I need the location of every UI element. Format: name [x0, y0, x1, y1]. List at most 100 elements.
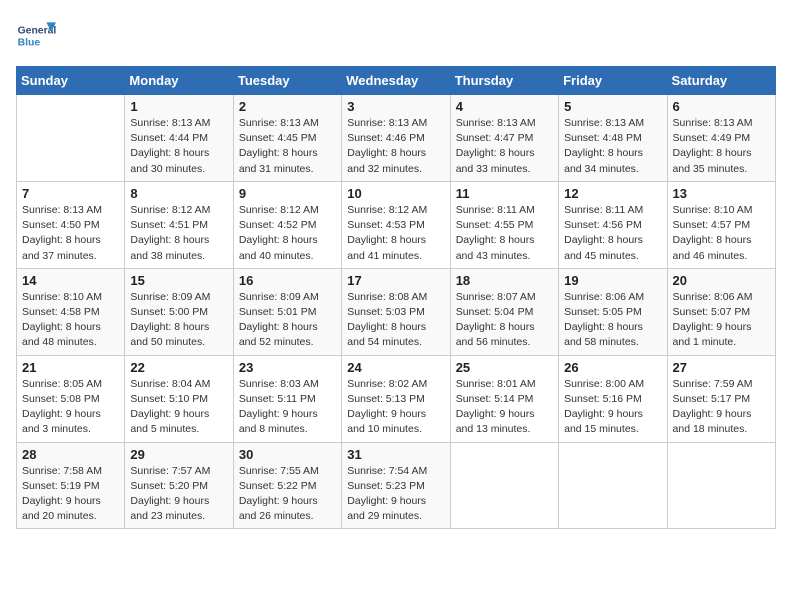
day-number: 8	[130, 186, 227, 201]
day-number: 5	[564, 99, 661, 114]
day-number: 3	[347, 99, 444, 114]
day-cell	[17, 95, 125, 182]
day-number: 10	[347, 186, 444, 201]
day-info: Sunrise: 8:10 AM Sunset: 4:57 PM Dayligh…	[673, 203, 770, 264]
day-cell: 3 Sunrise: 8:13 AM Sunset: 4:46 PM Daylig…	[342, 95, 450, 182]
day-info: Sunrise: 8:13 AM Sunset: 4:46 PM Dayligh…	[347, 116, 444, 177]
day-cell: 4 Sunrise: 8:13 AM Sunset: 4:47 PM Daylig…	[450, 95, 558, 182]
week-row-4: 21 Sunrise: 8:05 AM Sunset: 5:08 PM Dayli…	[17, 355, 776, 442]
day-number: 26	[564, 360, 661, 375]
day-info: Sunrise: 8:12 AM Sunset: 4:53 PM Dayligh…	[347, 203, 444, 264]
day-info: Sunrise: 8:13 AM Sunset: 4:47 PM Dayligh…	[456, 116, 553, 177]
day-info: Sunrise: 8:13 AM Sunset: 4:48 PM Dayligh…	[564, 116, 661, 177]
day-info: Sunrise: 8:13 AM Sunset: 4:44 PM Dayligh…	[130, 116, 227, 177]
day-number: 23	[239, 360, 336, 375]
day-cell: 27 Sunrise: 7:59 AM Sunset: 5:17 PM Dayli…	[667, 355, 775, 442]
day-info: Sunrise: 8:00 AM Sunset: 5:16 PM Dayligh…	[564, 377, 661, 438]
day-info: Sunrise: 8:13 AM Sunset: 4:49 PM Dayligh…	[673, 116, 770, 177]
calendar-header-row: SundayMondayTuesdayWednesdayThursdayFrid…	[17, 67, 776, 95]
week-row-2: 7Sunrise: 8:13 AM Sunset: 4:50 PM Daylig…	[17, 181, 776, 268]
day-cell: 17Sunrise: 8:08 AM Sunset: 5:03 PM Dayli…	[342, 268, 450, 355]
day-number: 31	[347, 447, 444, 462]
logo: General Blue	[16, 16, 60, 56]
day-cell: 14 Sunrise: 8:10 AM Sunset: 4:58 PM Dayli…	[17, 268, 125, 355]
day-number: 11	[456, 186, 553, 201]
day-number: 15	[130, 273, 227, 288]
day-cell	[667, 442, 775, 529]
day-cell: 5 Sunrise: 8:13 AM Sunset: 4:48 PM Daylig…	[559, 95, 667, 182]
week-row-5: 28 Sunrise: 7:58 AM Sunset: 5:19 PM Dayli…	[17, 442, 776, 529]
day-number: 14	[22, 273, 119, 288]
day-cell: 7Sunrise: 8:13 AM Sunset: 4:50 PM Daylig…	[17, 181, 125, 268]
day-info: Sunrise: 8:12 AM Sunset: 4:52 PM Dayligh…	[239, 203, 336, 264]
day-info: Sunrise: 8:10 AM Sunset: 4:58 PM Dayligh…	[22, 290, 119, 351]
day-cell: 18 Sunrise: 8:07 AM Sunset: 5:04 PM Dayli…	[450, 268, 558, 355]
day-cell: 12 Sunrise: 8:11 AM Sunset: 4:56 PM Dayli…	[559, 181, 667, 268]
day-cell: 6 Sunrise: 8:13 AM Sunset: 4:49 PM Daylig…	[667, 95, 775, 182]
day-info: Sunrise: 8:03 AM Sunset: 5:11 PM Dayligh…	[239, 377, 336, 438]
day-cell: 8 Sunrise: 8:12 AM Sunset: 4:51 PM Daylig…	[125, 181, 233, 268]
day-cell: 9Sunrise: 8:12 AM Sunset: 4:52 PM Daylig…	[233, 181, 341, 268]
day-info: Sunrise: 7:59 AM Sunset: 5:17 PM Dayligh…	[673, 377, 770, 438]
day-cell: 19 Sunrise: 8:06 AM Sunset: 5:05 PM Dayli…	[559, 268, 667, 355]
day-number: 21	[22, 360, 119, 375]
day-number: 1	[130, 99, 227, 114]
day-info: Sunrise: 8:04 AM Sunset: 5:10 PM Dayligh…	[130, 377, 227, 438]
day-info: Sunrise: 8:11 AM Sunset: 4:56 PM Dayligh…	[564, 203, 661, 264]
day-info: Sunrise: 8:12 AM Sunset: 4:51 PM Dayligh…	[130, 203, 227, 264]
day-number: 27	[673, 360, 770, 375]
logo-icon: General Blue	[16, 16, 56, 56]
day-cell: 24 Sunrise: 8:02 AM Sunset: 5:13 PM Dayli…	[342, 355, 450, 442]
day-cell	[559, 442, 667, 529]
day-cell: 25 Sunrise: 8:01 AM Sunset: 5:14 PM Dayli…	[450, 355, 558, 442]
day-number: 6	[673, 99, 770, 114]
week-row-1: 1 Sunrise: 8:13 AM Sunset: 4:44 PM Daylig…	[17, 95, 776, 182]
column-header-wednesday: Wednesday	[342, 67, 450, 95]
day-info: Sunrise: 8:09 AM Sunset: 5:01 PM Dayligh…	[239, 290, 336, 351]
day-cell: 31 Sunrise: 7:54 AM Sunset: 5:23 PM Dayli…	[342, 442, 450, 529]
day-number: 12	[564, 186, 661, 201]
day-number: 29	[130, 447, 227, 462]
day-info: Sunrise: 8:13 AM Sunset: 4:45 PM Dayligh…	[239, 116, 336, 177]
day-info: Sunrise: 8:09 AM Sunset: 5:00 PM Dayligh…	[130, 290, 227, 351]
day-cell: 29 Sunrise: 7:57 AM Sunset: 5:20 PM Dayli…	[125, 442, 233, 529]
page-header: General Blue	[16, 16, 776, 56]
column-header-saturday: Saturday	[667, 67, 775, 95]
day-info: Sunrise: 8:05 AM Sunset: 5:08 PM Dayligh…	[22, 377, 119, 438]
day-number: 18	[456, 273, 553, 288]
day-info: Sunrise: 8:06 AM Sunset: 5:05 PM Dayligh…	[564, 290, 661, 351]
column-header-tuesday: Tuesday	[233, 67, 341, 95]
column-header-friday: Friday	[559, 67, 667, 95]
day-number: 2	[239, 99, 336, 114]
day-cell: 16 Sunrise: 8:09 AM Sunset: 5:01 PM Dayli…	[233, 268, 341, 355]
day-info: Sunrise: 8:01 AM Sunset: 5:14 PM Dayligh…	[456, 377, 553, 438]
day-cell: 20 Sunrise: 8:06 AM Sunset: 5:07 PM Dayli…	[667, 268, 775, 355]
day-cell: 10 Sunrise: 8:12 AM Sunset: 4:53 PM Dayli…	[342, 181, 450, 268]
svg-text:Blue: Blue	[18, 38, 41, 49]
day-cell: 22 Sunrise: 8:04 AM Sunset: 5:10 PM Dayli…	[125, 355, 233, 442]
day-cell: 30Sunrise: 7:55 AM Sunset: 5:22 PM Dayli…	[233, 442, 341, 529]
day-number: 4	[456, 99, 553, 114]
day-info: Sunrise: 8:08 AM Sunset: 5:03 PM Dayligh…	[347, 290, 444, 351]
day-cell: 1 Sunrise: 8:13 AM Sunset: 4:44 PM Daylig…	[125, 95, 233, 182]
day-number: 22	[130, 360, 227, 375]
day-number: 24	[347, 360, 444, 375]
day-number: 16	[239, 273, 336, 288]
day-number: 20	[673, 273, 770, 288]
day-number: 25	[456, 360, 553, 375]
column-header-monday: Monday	[125, 67, 233, 95]
day-number: 19	[564, 273, 661, 288]
day-info: Sunrise: 8:02 AM Sunset: 5:13 PM Dayligh…	[347, 377, 444, 438]
week-row-3: 14 Sunrise: 8:10 AM Sunset: 4:58 PM Dayli…	[17, 268, 776, 355]
day-info: Sunrise: 7:57 AM Sunset: 5:20 PM Dayligh…	[130, 464, 227, 525]
day-cell: 26 Sunrise: 8:00 AM Sunset: 5:16 PM Dayli…	[559, 355, 667, 442]
day-info: Sunrise: 8:06 AM Sunset: 5:07 PM Dayligh…	[673, 290, 770, 351]
day-cell: 13Sunrise: 8:10 AM Sunset: 4:57 PM Dayli…	[667, 181, 775, 268]
calendar-body: 1 Sunrise: 8:13 AM Sunset: 4:44 PM Daylig…	[17, 95, 776, 529]
day-cell: 11Sunrise: 8:11 AM Sunset: 4:55 PM Dayli…	[450, 181, 558, 268]
day-cell: 28 Sunrise: 7:58 AM Sunset: 5:19 PM Dayli…	[17, 442, 125, 529]
day-info: Sunrise: 7:58 AM Sunset: 5:19 PM Dayligh…	[22, 464, 119, 525]
day-info: Sunrise: 7:54 AM Sunset: 5:23 PM Dayligh…	[347, 464, 444, 525]
day-info: Sunrise: 8:07 AM Sunset: 5:04 PM Dayligh…	[456, 290, 553, 351]
day-number: 28	[22, 447, 119, 462]
